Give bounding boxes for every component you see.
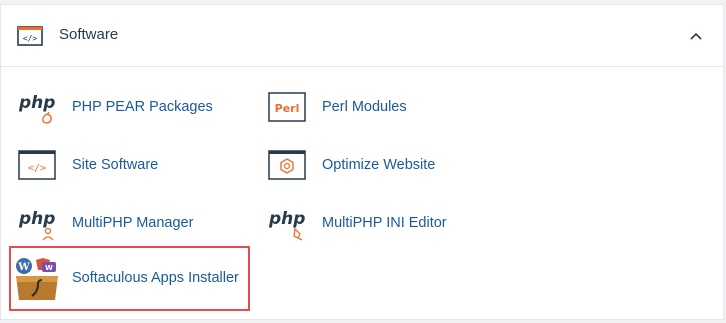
item-label: Site Software bbox=[72, 157, 159, 173]
svg-text:</>: </> bbox=[28, 163, 46, 174]
code-window-icon: </> bbox=[18, 150, 56, 180]
svg-text:</>: </> bbox=[23, 34, 38, 43]
section-title: Software bbox=[59, 26, 119, 43]
svg-text:php: php bbox=[18, 93, 55, 113]
item-label: MultiPHP Manager bbox=[72, 215, 194, 231]
svg-text:Perl: Perl bbox=[275, 102, 300, 115]
chevron-up-icon[interactable] bbox=[689, 31, 703, 41]
panel-header[interactable]: </> Software bbox=[1, 5, 723, 67]
svg-text:php: php bbox=[18, 209, 55, 229]
item-label: MultiPHP INI Editor bbox=[322, 215, 447, 231]
perl-icon: Perl bbox=[268, 92, 306, 122]
php-manager-icon: php bbox=[18, 209, 55, 241]
svg-text:php: php bbox=[268, 209, 305, 229]
code-window-icon: </> bbox=[17, 26, 43, 46]
php-pear-icon: php bbox=[18, 93, 55, 124]
item-label: Optimize Website bbox=[322, 157, 436, 173]
php-ini-icon: php bbox=[268, 209, 305, 241]
item-label: Perl Modules bbox=[322, 99, 407, 115]
item-label: PHP PEAR Packages bbox=[72, 99, 213, 115]
optimize-icon bbox=[268, 150, 306, 180]
highlight-box bbox=[9, 246, 250, 311]
